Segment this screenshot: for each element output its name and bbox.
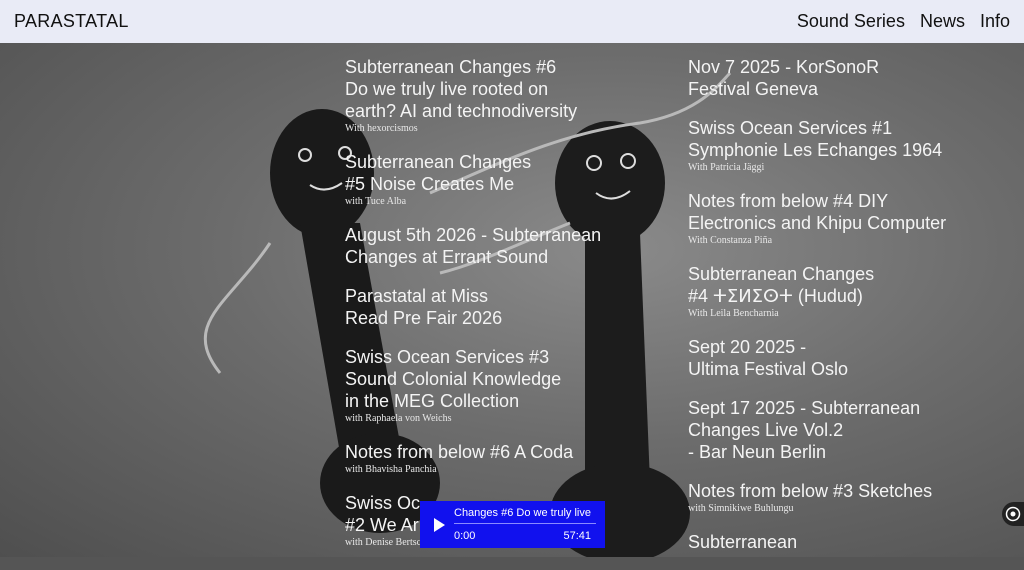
entry-credit: With hexorcismos <box>345 123 418 134</box>
nav-info[interactable]: Info <box>980 11 1010 32</box>
nav-news[interactable]: News <box>920 11 965 32</box>
list-item[interactable]: Sept 17 2025 - Subterranean Changes Live… <box>688 397 988 463</box>
list-item[interactable]: Sept 20 2025 - Ultima Festival Oslo <box>688 336 988 380</box>
entry-title[interactable]: August 5th 2026 - Subterranean Changes a… <box>345 224 645 268</box>
entry-credit: With Leila Bencharnia <box>688 308 779 319</box>
entry-credit: with Raphaela von Weichs <box>345 413 452 424</box>
entry-title[interactable]: Subterranean Changes #4 ⵜⵉⵍⵉⵙⵜ (Hudud) <box>688 263 988 307</box>
entry-title[interactable]: Notes from below #4 DIY Electronics and … <box>688 190 988 234</box>
list-item[interactable]: Nov 7 2025 - KorSonoR Festival Geneva <box>688 56 988 100</box>
list-item[interactable]: Subterranean Changes #6 Do we truly live… <box>345 56 645 134</box>
entry-title[interactable]: Parastatal at Miss Read Pre Fair 2026 <box>345 285 645 329</box>
entry-title[interactable]: Swiss Ocean Services #1 Symphonie Les Ec… <box>688 117 988 161</box>
list-item[interactable]: Subterranean Changes #5 Noise Creates Me… <box>345 151 645 207</box>
list-item[interactable]: Subterranean Changes #4 ⵜⵉⵍⵉⵙⵜ (Hudud) W… <box>688 263 988 319</box>
right-column: Nov 7 2025 - KorSonoR Festival Geneva Sw… <box>688 56 988 570</box>
main-nav: Sound Series News Info <box>797 11 1010 32</box>
list-item[interactable]: Notes from below #6 A Coda with Bhavisha… <box>345 441 645 475</box>
entry-credit: with Tuce Alba <box>345 196 407 207</box>
entry-title[interactable]: Sept 20 2025 - Ultima Festival Oslo <box>688 336 988 380</box>
list-item[interactable]: August 5th 2026 - Subterranean Changes a… <box>345 224 645 268</box>
entry-title[interactable]: Swiss Ocean Services #3 Sound Colonial K… <box>345 346 645 412</box>
left-column: Subterranean Changes #6 Do we truly live… <box>345 56 645 565</box>
entry-title[interactable]: Notes from below #6 A Coda <box>345 441 645 463</box>
entry-title[interactable]: Subterranean <box>688 531 988 553</box>
entry-title[interactable]: Notes from below #3 Sketches <box>688 480 988 502</box>
list-item[interactable]: Swiss Ocean Services #3 Sound Colonial K… <box>345 346 645 424</box>
player-current-time: 0:00 <box>454 530 476 542</box>
player-progress-bar[interactable] <box>454 523 596 524</box>
accessibility-icon-glyph <box>1005 506 1021 522</box>
entry-title[interactable]: Subterranean Changes #6 Do we truly live… <box>345 56 645 122</box>
list-item[interactable]: Notes from below #3 Sketches with Simnik… <box>688 480 988 514</box>
entry-credit: With Patricia Jäggi <box>688 162 765 173</box>
entry-credit: with Simnikiwe Buhlungu <box>688 503 794 514</box>
list-item[interactable]: Parastatal at Miss Read Pre Fair 2026 <box>345 285 645 329</box>
entry-title[interactable]: Sept 17 2025 - Subterranean Changes Live… <box>688 397 988 463</box>
player-track-title: Changes #6 Do we truly live <box>454 507 591 519</box>
list-item[interactable]: Subterranean <box>688 531 988 553</box>
accessibility-icon[interactable] <box>1002 502 1024 526</box>
entry-title[interactable]: Nov 7 2025 - KorSonoR Festival Geneva <box>688 56 988 100</box>
entry-title[interactable]: Subterranean Changes #5 Noise Creates Me <box>345 151 645 195</box>
site-header: PARASTATAL Sound Series News Info <box>0 0 1024 43</box>
play-icon[interactable] <box>434 518 445 532</box>
entry-credit: With Constanza Piña <box>688 235 773 246</box>
list-item[interactable]: Swiss Ocean Services #1 Symphonie Les Ec… <box>688 117 988 173</box>
player-duration: 57:41 <box>563 530 591 542</box>
nav-sound-series[interactable]: Sound Series <box>797 11 905 32</box>
list-item[interactable]: Notes from below #4 DIY Electronics and … <box>688 190 988 246</box>
entry-credit: with Bhavisha Panchia <box>345 464 437 475</box>
audio-player: Changes #6 Do we truly live 0:00 57:41 <box>420 501 605 548</box>
site-logo[interactable]: PARASTATAL <box>14 11 129 32</box>
